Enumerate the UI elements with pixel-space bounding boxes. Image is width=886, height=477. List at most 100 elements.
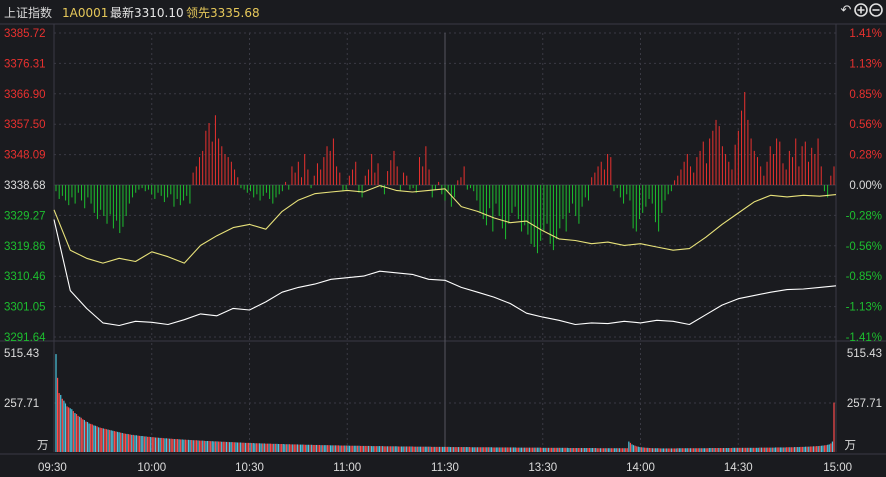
volume-bar: [337, 445, 340, 452]
volume-bar: [77, 415, 79, 452]
volume-bar: [546, 447, 548, 452]
volume-bar: [587, 448, 589, 452]
volume-bar: [307, 444, 310, 452]
volume-bar: [686, 448, 688, 452]
volume-bar: [189, 440, 191, 452]
breadth-bar: [782, 163, 784, 185]
volume-bar: [520, 447, 523, 452]
volume-bar: [126, 433, 128, 452]
volume-bar: [247, 442, 250, 452]
volume-bar: [419, 446, 422, 452]
breadth-bar: [367, 169, 369, 185]
breadth-bar: [87, 185, 89, 198]
breadth-bar: [90, 185, 92, 204]
breadth-bar: [674, 180, 676, 185]
volume-bar: [590, 448, 592, 452]
volume-bar: [823, 445, 826, 452]
volume-bar: [599, 448, 602, 452]
breadth-bar: [702, 141, 704, 185]
breadth-bar: [77, 185, 79, 193]
volume-bar: [290, 444, 292, 452]
time-axis-tick: 15:00: [823, 462, 852, 474]
volume-bar: [146, 436, 149, 452]
breadth-bar: [281, 185, 283, 192]
volume-bar: [722, 448, 725, 452]
breadth-bar: [715, 119, 717, 185]
volume-bar: [595, 448, 597, 452]
volume-bar: [636, 446, 638, 452]
breadth-bar: [374, 172, 376, 185]
breadth-bar: [639, 185, 640, 220]
volume-bar: [205, 440, 207, 452]
breadth-bar: [466, 185, 468, 190]
volume-bar: [566, 447, 568, 452]
breadth-bar: [568, 185, 570, 213]
volume-bar: [811, 446, 813, 452]
breadth-bar: [361, 185, 363, 198]
breadth-bar: [58, 185, 60, 199]
volume-bar: [771, 447, 774, 452]
breadth-bar: [224, 154, 226, 185]
volume-bar: [806, 446, 808, 452]
volume-bar: [238, 442, 240, 452]
time-axis-tick: 13:30: [528, 462, 557, 474]
volume-bar: [438, 446, 441, 452]
volume-bar: [306, 444, 308, 452]
volume-bar: [271, 443, 273, 452]
volume-bar: [827, 444, 829, 452]
volume-bar: [489, 447, 491, 452]
volume-bar: [71, 409, 73, 452]
volume-bar: [694, 448, 696, 452]
intraday-chart[interactable]: 3385.72 1.41% 3376.31 1.13% 3366.90 0.85% 3357…: [0, 0, 886, 477]
volume-bar: [184, 439, 187, 452]
breadth-bar: [728, 161, 730, 185]
volume-bar: [254, 443, 256, 452]
breadth-bar: [747, 119, 749, 185]
volume-bar: [614, 448, 616, 452]
breadth-bar: [670, 185, 672, 192]
volume-bar: [284, 444, 286, 452]
breadth-bar: [705, 163, 707, 185]
volume-bar: [516, 447, 518, 452]
volume-bar: [535, 447, 537, 452]
breadth-bar: [170, 185, 172, 195]
volume-bar: [83, 420, 86, 452]
breadth-bar: [332, 138, 334, 185]
volume-bar: [293, 444, 295, 452]
volume-bar: [292, 444, 294, 452]
breadth-bar: [237, 177, 239, 185]
volume-bar: [623, 448, 625, 452]
breadth-bar: [195, 166, 197, 185]
volume-bar: [192, 440, 194, 452]
volume-bar: [812, 446, 815, 452]
breadth-bar: [470, 185, 472, 189]
volume-bar: [175, 439, 177, 452]
volume-bar: [350, 445, 352, 452]
volume-bar: [495, 447, 497, 452]
volume-bar: [157, 437, 160, 452]
right-axis-tick: -1.13%: [846, 302, 882, 314]
breadth-bar: [552, 185, 554, 251]
volume-axis-tick-right: 257.71: [847, 398, 882, 410]
breadth-bar: [291, 166, 293, 185]
breadth-bar: [119, 185, 121, 234]
breadth-bar: [339, 172, 341, 185]
volume-bar: [380, 446, 382, 452]
breadth-bar: [600, 161, 602, 185]
volume-bar: [475, 447, 477, 452]
breadth-bar: [211, 141, 213, 185]
volume-bar: [588, 448, 590, 452]
volume-bar: [96, 426, 98, 452]
volume-bar: [195, 440, 198, 452]
volume-bar: [751, 447, 753, 452]
breadth-bar: [591, 177, 593, 185]
breadth-bar: [521, 185, 523, 232]
breadth-bar: [55, 185, 57, 192]
volume-bar: [454, 447, 456, 452]
volume-bar: [364, 445, 366, 452]
volume-bar: [470, 447, 472, 452]
volume-bar: [833, 402, 835, 452]
volume-bar: [768, 447, 770, 452]
breadth-bar: [565, 185, 567, 232]
right-axis-tick: -0.28%: [846, 210, 882, 222]
